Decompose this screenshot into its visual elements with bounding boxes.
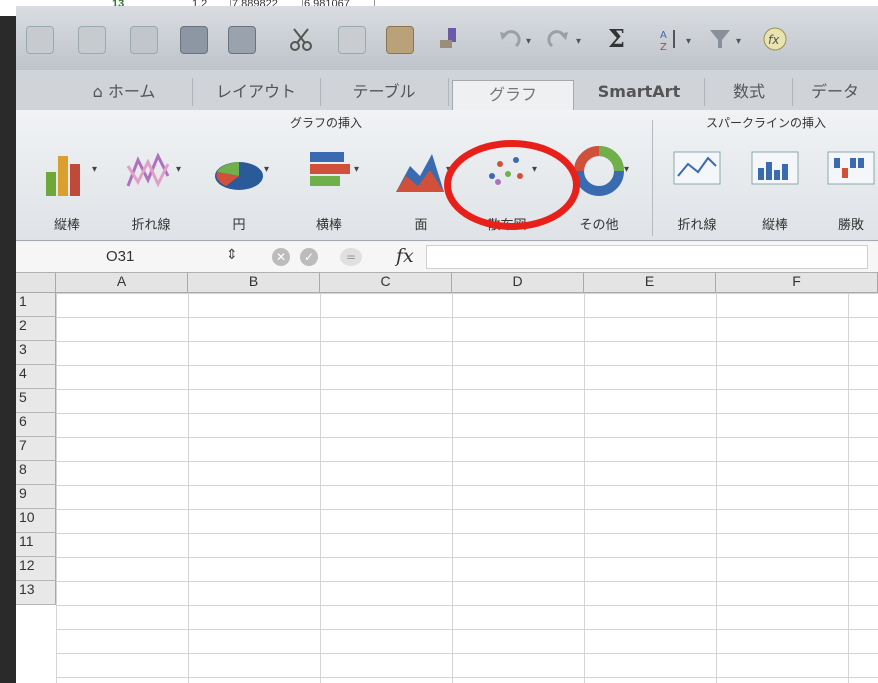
cell-area[interactable] [56, 293, 878, 683]
bar-chart-button[interactable]: ▾ 横棒 [294, 140, 364, 236]
bar-chart-icon [310, 152, 350, 186]
new-document-icon[interactable] [26, 26, 54, 54]
row-header[interactable]: 2 [16, 317, 56, 341]
row-header[interactable]: 5 [16, 389, 56, 413]
group-title-insert-sparkline: スパークラインの挿入 [706, 116, 827, 130]
tab-smartart[interactable]: SmartArt [574, 78, 705, 106]
scatter-highlight-circle [444, 140, 580, 230]
column-chart-icon [46, 156, 80, 196]
sparkline-winloss-icon [827, 151, 875, 185]
ribbon-tabs: ⌂ ホーム レイアウト テーブル グラフ SmartArt 数式 データ [16, 70, 878, 111]
format-paint-icon[interactable] [436, 26, 462, 52]
undo-icon[interactable]: ▾ [496, 26, 531, 52]
sparkline-column-button[interactable]: 縦棒 [740, 140, 810, 236]
group-separator [652, 120, 653, 236]
autosum-icon[interactable]: Σ [608, 26, 634, 52]
column-chart-button[interactable]: ▾ 縦棒 [32, 140, 102, 236]
function-icon[interactable]: fx [762, 26, 788, 52]
group-title-insert-chart: グラフの挿入 [290, 116, 363, 130]
name-box[interactable]: O31 [56, 247, 216, 267]
pie-chart-label: 円 [232, 218, 246, 233]
svg-text:fx: fx [768, 33, 780, 47]
svg-text:▾: ▾ [576, 36, 581, 47]
dropdown-arrow-icon: ▾ [624, 164, 630, 175]
area-chart-label: 面 [414, 218, 428, 233]
area-chart-icon [396, 154, 444, 192]
pie-chart-button[interactable]: ▾ 円 [204, 140, 274, 236]
column-header[interactable]: F [716, 273, 878, 293]
row-header[interactable]: 3 [16, 341, 56, 365]
svg-text:▾: ▾ [686, 36, 691, 47]
other-chart-label: その他 [579, 218, 619, 233]
excel-window: ▾ ▾ Σ A Z ▾ ▾ fx ⌂ ホーム レイアウト テーブル グラフ Smar… [16, 6, 878, 683]
formula-bar: O31 ⇕ ✕ ✓ = fx [16, 242, 878, 273]
paste-icon[interactable] [386, 26, 414, 54]
templates-icon[interactable] [78, 26, 106, 54]
monitor-bezel [0, 16, 16, 683]
line-chart-icon [126, 152, 170, 188]
dropdown-arrow-icon: ▾ [92, 164, 98, 175]
fx-label: fx [396, 245, 414, 267]
other-chart-icon [574, 146, 624, 196]
name-box-stepper-icon[interactable]: ⇕ [226, 247, 238, 263]
column-header[interactable]: D [452, 273, 584, 293]
row-header[interactable]: 13 [16, 581, 56, 605]
column-header[interactable]: C [320, 273, 452, 293]
row-header[interactable]: 7 [16, 437, 56, 461]
cut-icon[interactable] [288, 26, 314, 52]
row-header[interactable]: 1 [16, 293, 56, 317]
copy-icon[interactable] [338, 26, 366, 54]
column-header[interactable]: B [188, 273, 320, 293]
save-icon[interactable] [180, 26, 208, 54]
tab-data[interactable]: データ [792, 78, 878, 106]
tab-formulas[interactable]: 数式 [706, 78, 793, 106]
dropdown-arrow-icon: ▾ [264, 164, 270, 175]
svg-text:A: A [660, 30, 667, 41]
row-header[interactable]: 9 [16, 485, 56, 509]
row-header[interactable]: 6 [16, 413, 56, 437]
chart-ribbon: グラフの挿入 スパークラインの挿入 ▾ 縦棒 ▾ 折れ線 ▾ 円 ▾ 横棒 ▾ … [16, 110, 878, 241]
tab-table[interactable]: テーブル [320, 78, 449, 106]
sparkline-line-button[interactable]: 折れ線 [662, 140, 732, 236]
column-header[interactable]: E [584, 273, 716, 293]
row-header[interactable]: 8 [16, 461, 56, 485]
bar-chart-label: 横棒 [315, 218, 342, 233]
tab-layout[interactable]: レイアウト [192, 78, 321, 106]
sparkline-line-label: 折れ線 [677, 218, 717, 233]
row-header[interactable]: 4 [16, 365, 56, 389]
tab-home[interactable]: ⌂ ホーム [56, 78, 193, 106]
print-icon[interactable] [228, 26, 256, 54]
sparkline-winloss-button[interactable]: 勝敗 [816, 140, 878, 236]
row-header[interactable]: 10 [16, 509, 56, 533]
line-chart-button[interactable]: ▾ 折れ線 [116, 140, 186, 236]
home-icon: ⌂ [92, 82, 108, 101]
row-header[interactable]: 12 [16, 557, 56, 581]
sparkline-line-icon [673, 151, 721, 185]
dropdown-arrow-icon: ▾ [176, 164, 182, 175]
filter-icon[interactable]: ▾ [708, 26, 741, 52]
tab-chart[interactable]: グラフ [452, 80, 574, 111]
sparkline-column-icon [751, 151, 799, 185]
confirm-entry-icon[interactable]: ✓ [300, 248, 318, 266]
sparkline-winloss-label: 勝敗 [837, 218, 864, 233]
svg-text:▾: ▾ [526, 36, 531, 47]
dropdown-arrow-icon: ▾ [354, 164, 360, 175]
row-header[interactable]: 11 [16, 533, 56, 557]
worksheet-grid[interactable]: A B C D E F 1 2 3 4 5 6 7 8 9 10 11 12 1… [16, 273, 878, 683]
insert-function-icon[interactable]: = [340, 248, 362, 266]
sort-icon[interactable]: A Z ▾ [658, 26, 691, 53]
svg-text:▾: ▾ [736, 36, 741, 47]
svg-text:Z: Z [660, 42, 667, 52]
column-header[interactable]: A [56, 273, 188, 293]
open-icon[interactable] [130, 26, 158, 54]
select-all-corner[interactable] [16, 273, 56, 293]
cancel-entry-icon[interactable]: ✕ [272, 248, 290, 266]
formula-input[interactable] [426, 245, 868, 269]
standard-toolbar: ▾ ▾ Σ A Z ▾ ▾ fx [16, 6, 878, 71]
column-chart-label: 縦棒 [53, 218, 80, 233]
redo-icon[interactable]: ▾ [546, 26, 581, 52]
line-chart-label: 折れ線 [131, 218, 171, 233]
sparkline-column-label: 縦棒 [761, 218, 788, 233]
pie-chart-icon [215, 162, 263, 190]
